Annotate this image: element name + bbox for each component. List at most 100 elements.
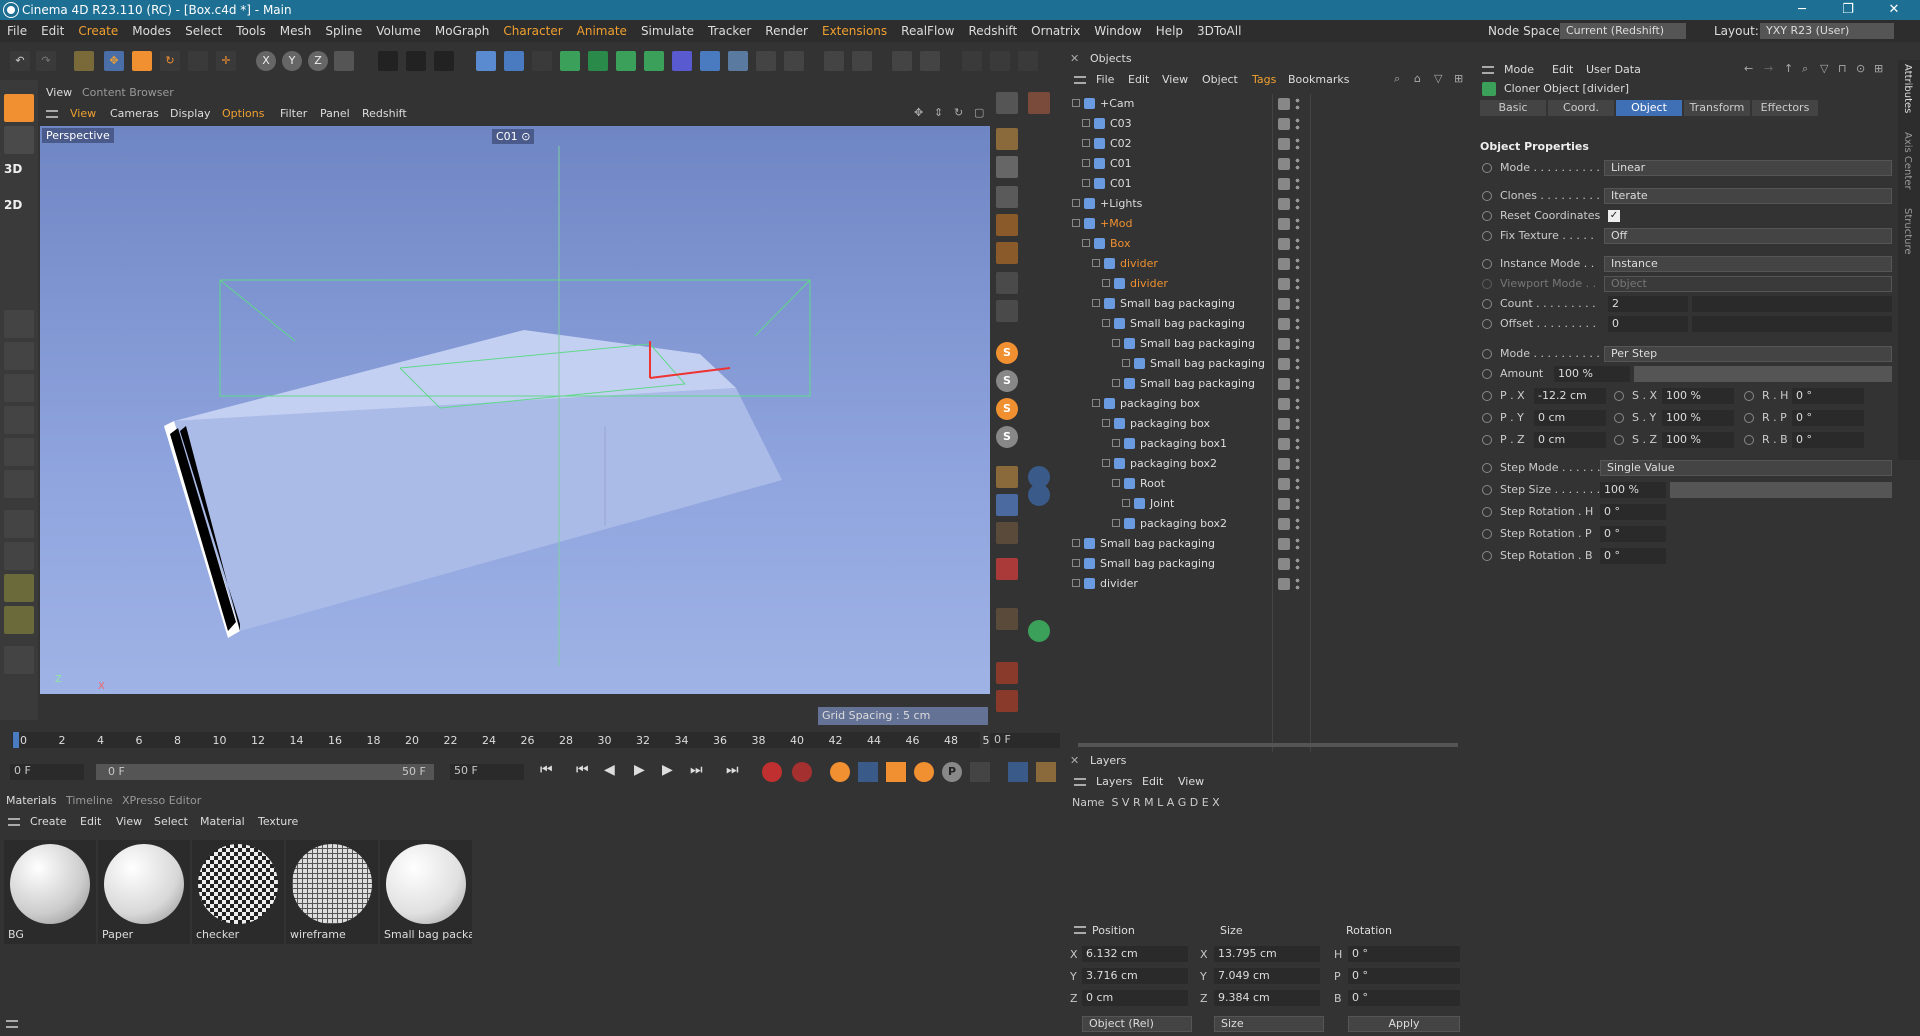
layers-close-icon[interactable]: ✕ [1070,754,1079,767]
live-selection-icon[interactable] [74,51,94,71]
mograph-icon[interactable] [644,51,664,71]
attr-clones-radio-icon[interactable] [1482,191,1492,201]
material-menu-texture[interactable]: Texture [258,815,298,828]
attr-count-field[interactable]: 2 [1608,296,1688,312]
expand-icon[interactable] [1082,179,1090,187]
layer-icon[interactable] [1278,118,1290,130]
weight-icon[interactable] [4,470,34,498]
coords-menu-icon[interactable] [1074,926,1086,934]
visibility-dots-icon[interactable] [1295,117,1300,131]
render-picture-viewer-icon[interactable] [406,51,426,71]
layout-icon[interactable] [996,92,1018,114]
solo-icon[interactable] [4,574,34,602]
visibility-dots-icon[interactable] [1295,237,1300,251]
object-row[interactable]: C02 [1066,134,1470,154]
render-view-icon[interactable] [378,51,398,71]
model-mode-icon[interactable] [4,126,34,154]
expand-icon[interactable] [1092,299,1100,307]
field-icon[interactable] [700,51,720,71]
expand-icon[interactable] [1072,559,1080,567]
viewport-pan-icon[interactable]: ✥ [914,106,923,119]
range-slider[interactable]: 0 F 50 F [96,764,434,780]
attr-sz-field[interactable]: 100 % [1662,432,1734,448]
material-menu-edit[interactable]: Edit [80,815,101,828]
timeline-window-icon[interactable] [1036,762,1056,782]
next-frame-icon[interactable]: ▶ [662,762,673,778]
attr-sy-radio-icon[interactable] [1614,413,1624,423]
menu-tools[interactable]: Tools [229,24,273,38]
cube-icon[interactable] [476,51,496,71]
layout-dropdown[interactable]: YXY R23 (User) [1760,23,1894,39]
menu-animate[interactable]: Animate [570,24,634,38]
attr-filter-icon[interactable]: ▽ [1820,62,1828,75]
attr-srb-radio-icon[interactable] [1482,551,1492,561]
objects-menu-file[interactable]: File [1096,73,1114,86]
layer-icon[interactable] [1278,518,1290,530]
goto-prev-key-icon[interactable]: ⏮ [576,762,589,778]
attr-instance-radio-icon[interactable] [1482,259,1492,269]
visibility-dots-icon[interactable] [1295,477,1300,491]
coords-rot-h-field[interactable]: 0 ° [1348,946,1460,962]
visibility-dots-icon[interactable] [1295,537,1300,551]
tab-materials[interactable]: Materials [6,794,56,807]
expand-icon[interactable] [1082,239,1090,247]
layer-icon[interactable] [1278,558,1290,570]
snap-icon[interactable] [824,51,844,71]
coords-rot-b-field[interactable]: 0 ° [1348,990,1460,1006]
expand-icon[interactable] [1112,439,1120,447]
side-tab-attributes[interactable]: Attributes [1902,64,1913,113]
scale-icon[interactable] [132,51,152,71]
tab-content-browser[interactable]: Content Browser [82,86,174,99]
object-row[interactable]: divider [1066,274,1470,294]
keyframe-settings-icon[interactable] [830,762,850,782]
coords-size-y-field[interactable]: 7.049 cm [1214,968,1320,984]
material-menu-icon[interactable] [8,818,20,826]
viewport-menu-filter[interactable]: Filter [280,107,307,120]
expand-icon[interactable] [1112,479,1120,487]
subdivision-icon[interactable] [560,51,580,71]
node-space-dropdown[interactable]: Current (Redshift) [1560,23,1686,39]
globe-tool-icon[interactable] [1028,484,1050,506]
uv-point-icon[interactable] [4,406,34,434]
axis-lock-icon[interactable] [4,542,34,570]
attr-sy-field[interactable]: 100 % [1662,410,1734,426]
redo-icon[interactable]: ↷ [36,51,56,71]
menu-modes[interactable]: Modes [125,24,178,38]
coords-pos-x-field[interactable]: 6.132 cm [1082,946,1188,962]
visibility-dots-icon[interactable] [1295,97,1300,111]
material-menu-create[interactable]: Create [30,815,67,828]
visibility-dots-icon[interactable] [1295,157,1300,171]
material-menu-material[interactable]: Material [200,815,245,828]
layer-icon[interactable] [1278,498,1290,510]
layer-icon[interactable] [1278,338,1290,350]
expand-icon[interactable] [1112,339,1120,347]
attr-mode-dropdown[interactable]: Linear [1604,160,1892,176]
object-row[interactable]: packaging box2 [1066,514,1470,534]
make-editable-icon[interactable] [4,94,34,122]
coords-apply-button[interactable]: Apply [1348,1016,1460,1032]
attr-rb-field[interactable]: 0 ° [1792,432,1864,448]
attr-menu-user-data[interactable]: User Data [1586,63,1641,76]
viewport-menu-redshift[interactable]: Redshift [362,107,407,120]
visibility-dots-icon[interactable] [1295,577,1300,591]
material-menu-view[interactable]: View [116,815,142,828]
material-paper[interactable]: Paper [98,840,190,944]
coords-mode-dropdown[interactable]: Object (Rel) [1082,1016,1192,1032]
layer-icon[interactable] [1278,138,1290,150]
grid-icon[interactable] [990,51,1010,71]
redshift-s-2-icon[interactable]: S [996,370,1018,392]
object-row[interactable]: C01 [1066,174,1470,194]
attr-fix-dropdown[interactable]: Off [1604,228,1892,244]
expand-icon[interactable] [1082,159,1090,167]
redshift-s-3-icon[interactable]: S [996,398,1018,420]
layer-icon[interactable] [1278,198,1290,210]
coords-pos-y-field[interactable]: 3.716 cm [1082,968,1188,984]
menu-render[interactable]: Render [758,24,815,38]
restore-icon[interactable]: ❐ [1828,0,1868,20]
expand-icon[interactable] [1112,519,1120,527]
layer-icon[interactable] [1278,458,1290,470]
cloner-icon[interactable] [616,51,636,71]
play-icon[interactable]: ▶ [634,762,645,778]
side-tab-structure[interactable]: Structure [1902,208,1913,255]
expand-icon[interactable] [1102,279,1110,287]
